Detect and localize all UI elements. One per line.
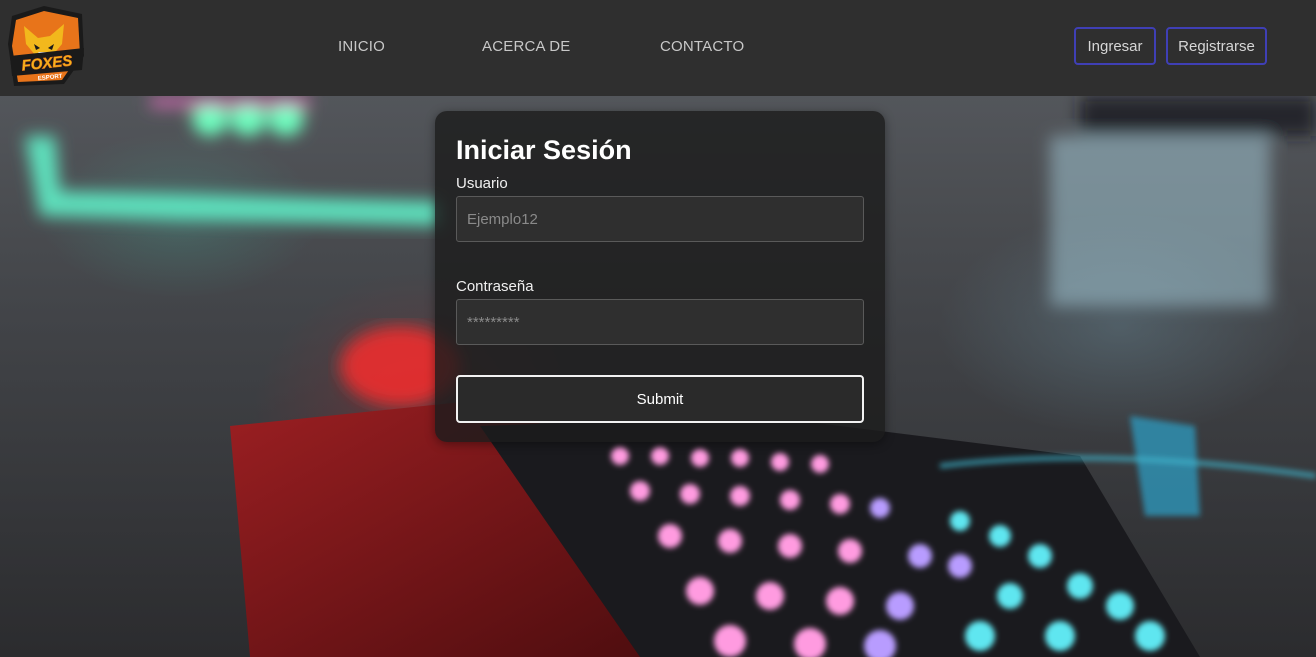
fox-logo-icon: FOXES ESPORT: [8, 6, 84, 86]
register-button[interactable]: Registrarse: [1166, 27, 1267, 65]
submit-button[interactable]: Submit: [456, 375, 864, 423]
username-input[interactable]: [456, 196, 864, 242]
nav-link-acerca-de[interactable]: ACERCA DE: [482, 38, 571, 55]
login-button[interactable]: Ingresar: [1074, 27, 1156, 65]
username-label: Usuario: [456, 175, 508, 192]
foxes-esport-logo[interactable]: FOXES ESPORT: [4, 4, 88, 88]
nav-link-contacto[interactable]: CONTACTO: [660, 38, 744, 55]
login-form: Iniciar Sesión Usuario Contraseña Submit: [435, 111, 885, 442]
navbar: FOXES ESPORT INICIO ACERCA DE CONTACTO I…: [0, 0, 1316, 96]
password-label: Contraseña: [456, 278, 534, 295]
nav-link-inicio[interactable]: INICIO: [338, 38, 385, 55]
password-input[interactable]: [456, 299, 864, 345]
login-title: Iniciar Sesión: [456, 135, 632, 165]
